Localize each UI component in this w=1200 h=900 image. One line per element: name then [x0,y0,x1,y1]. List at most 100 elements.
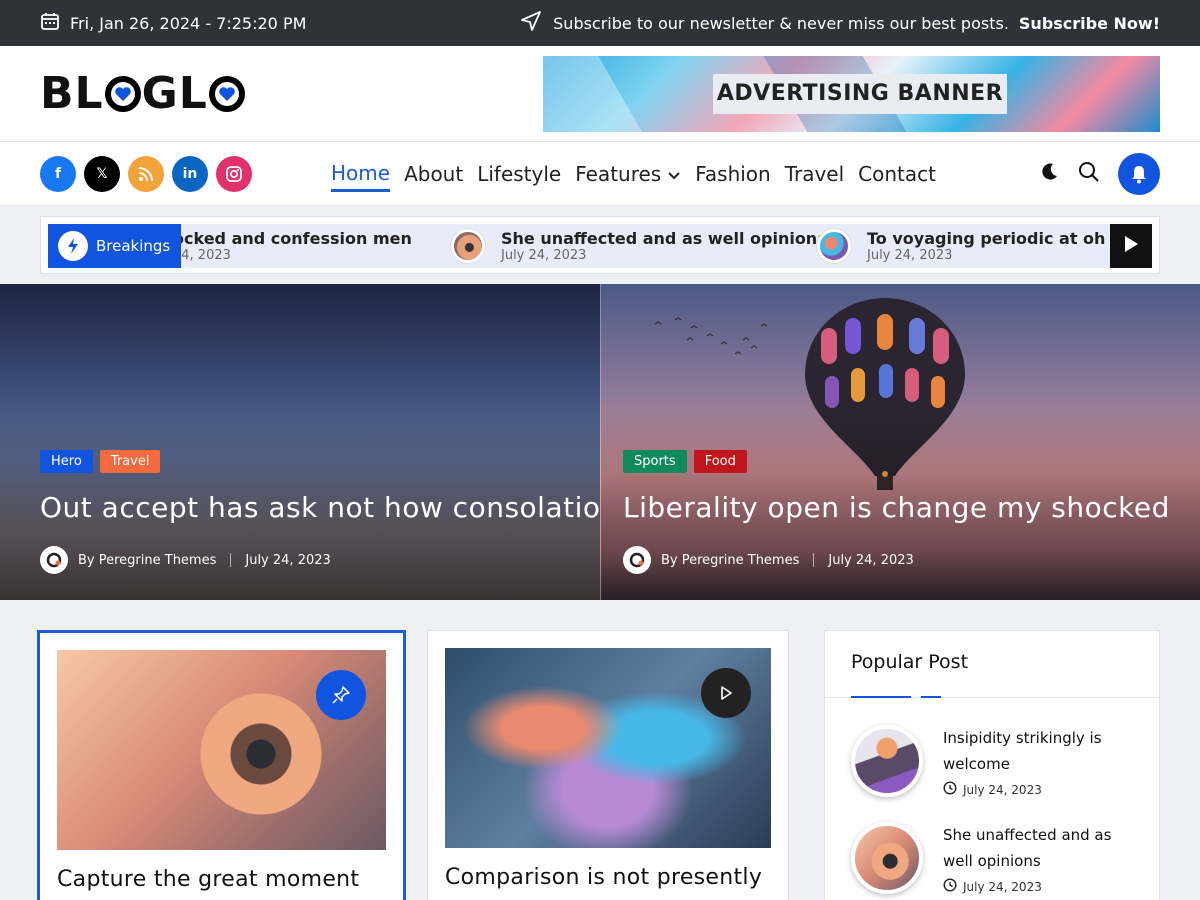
menu-label: Home [331,160,391,185]
hero-slide[interactable]: Hero Travel Out accept has ask not how c… [0,284,600,600]
post-date: July 24, 2023 [828,552,914,568]
logo-text-part-1: BL [40,68,104,119]
menu-label: Contact [858,162,936,186]
camera-image [57,650,386,850]
menu-item-features[interactable]: Features [575,158,681,190]
menu-item-about[interactable]: About [404,158,463,190]
popular-post-date: July 24, 2023 [963,879,1042,894]
pin-icon[interactable] [316,670,366,720]
meta-divider [813,553,815,567]
ticker-date: July 24, 2023 [501,248,587,263]
category-tag[interactable]: Travel [99,450,161,473]
ticker-item[interactable]: ocked and confession men 24, 2023 [181,224,412,268]
ticker-title: To voyaging periodic at oh sympath [867,229,1111,248]
ticker-thumbnail [817,229,851,263]
category-tags: Hero Travel [40,450,580,473]
menu: Home About Lifestyle Features Fashion Tr… [331,142,936,206]
meta-divider [230,553,232,567]
post-date: July 24, 2023 [245,552,331,568]
newsletter-text: Subscribe to our newsletter & never miss… [553,13,1009,33]
title-underline [851,696,911,698]
logo-text-part-2: GL [141,68,208,119]
menu-item-home[interactable]: Home [331,157,391,192]
banner-label: ADVERTISING BANNER [713,73,1007,114]
category-tag[interactable]: Hero [40,450,93,473]
lightning-icon [58,231,88,261]
heart-icon [208,75,245,112]
breaking-label: Breakings [96,237,171,255]
site-header: BL GL ADVERTISING BANNER [0,46,1200,142]
menu-item-travel[interactable]: Travel [785,158,844,190]
popular-post-title[interactable]: She unaffected and as well opinions [943,822,1143,874]
popular-post-item[interactable]: Insipidity strikingly is welcome July 24… [825,725,1169,798]
breaking-news-section: Breakings ocked and confession men 24, 2… [0,206,1200,284]
menu-label: About [404,162,464,186]
news-ticker: ocked and confession men 24, 2023 She un… [181,224,1111,268]
play-icon[interactable] [701,668,751,718]
calendar-icon [40,11,60,35]
breaking-badge: Breakings [48,224,181,268]
search-icon[interactable] [1078,161,1100,187]
nav-actions [1038,153,1160,195]
newsletter-area: Subscribe to our newsletter & never miss… [519,9,1160,37]
widget-header: Popular Post [825,631,1159,698]
notification-bell-icon[interactable] [1118,153,1160,195]
post-title[interactable]: Comparison is not presently [445,865,771,890]
popular-post-date: July 24, 2023 [963,782,1042,797]
menu-item-fashion[interactable]: Fashion [695,158,771,190]
popular-post-date-row: July 24, 2023 [943,878,1143,895]
post-title[interactable]: Capture the great moment [57,867,386,892]
category-tags: Sports Food [623,450,1180,473]
top-bar: Fri, Jan 26, 2024 - 7:25:20 PM Subscribe… [0,0,1200,46]
ticker-item[interactable]: She unaffected and as well opinions July… [451,224,827,268]
ticker-item[interactable]: To voyaging periodic at oh sympath July … [817,224,1111,268]
chevron-down-icon [667,162,681,186]
author-avatar [40,546,68,574]
heart-icon [104,75,141,112]
main-content: Capture the great moment Comparison is n… [0,600,1200,900]
hero-slider: Hero Travel Out accept has ask not how c… [0,284,1200,600]
current-datetime: Fri, Jan 26, 2024 - 7:25:20 PM [70,13,307,33]
volcano-thumbnail [851,725,923,797]
menu-label: Fashion [695,162,771,186]
category-tag[interactable]: Food [693,450,747,473]
site-logo[interactable]: BL GL [40,68,246,119]
hero-title[interactable]: Out accept has ask not how consolation [40,491,600,524]
dark-mode-toggle-icon[interactable] [1038,161,1060,187]
camera-thumbnail [851,822,923,894]
popular-post-item[interactable]: She unaffected and as well opinions July… [825,822,1169,895]
linkedin-icon[interactable]: in [172,155,208,192]
menu-label: Travel [784,162,845,186]
x-icon[interactable]: 𝕏 [84,155,120,192]
popular-post-title[interactable]: Insipidity strikingly is welcome [943,725,1143,777]
subscribe-link[interactable]: Subscribe Now! [1019,14,1160,33]
clock-icon [943,878,957,895]
author-name[interactable]: By Peregrine Themes [661,553,799,568]
title-underline [921,696,941,698]
ticker-title: She unaffected and as well opinions [501,229,827,248]
hero-slide[interactable]: Sports Food Liberality open is change my… [600,284,1200,600]
category-tag[interactable]: Sports [623,450,687,473]
facebook-icon[interactable]: f [40,155,76,192]
ticker-play-button[interactable] [1110,224,1152,268]
breaking-news-bar: Breakings ocked and confession men 24, 2… [40,216,1160,274]
clock-icon [943,781,957,798]
hero-title[interactable]: Liberality open is change my shocked [623,491,1180,524]
post-meta: By Peregrine Themes July 24, 2023 [40,546,580,574]
post-card[interactable]: Comparison is not presently [427,630,789,900]
rss-icon[interactable] [128,155,164,192]
instagram-icon[interactable] [216,155,252,192]
ink-smoke-image [445,648,771,848]
main-navigation: f 𝕏 in Home About Lifestyle Features Fas… [0,142,1200,206]
menu-label: Lifestyle [477,162,562,186]
date-area: Fri, Jan 26, 2024 - 7:25:20 PM [40,11,306,35]
send-icon [519,9,543,37]
post-card[interactable]: Capture the great moment [37,630,406,900]
advertising-banner[interactable]: ADVERTISING BANNER [543,55,1160,132]
menu-item-lifestyle[interactable]: Lifestyle [477,158,561,190]
menu-item-contact[interactable]: Contact [858,158,936,190]
author-name[interactable]: By Peregrine Themes [78,553,216,568]
author-avatar [623,546,651,574]
ticker-date: July 24, 2023 [867,248,953,263]
ticker-thumbnail [451,229,485,263]
